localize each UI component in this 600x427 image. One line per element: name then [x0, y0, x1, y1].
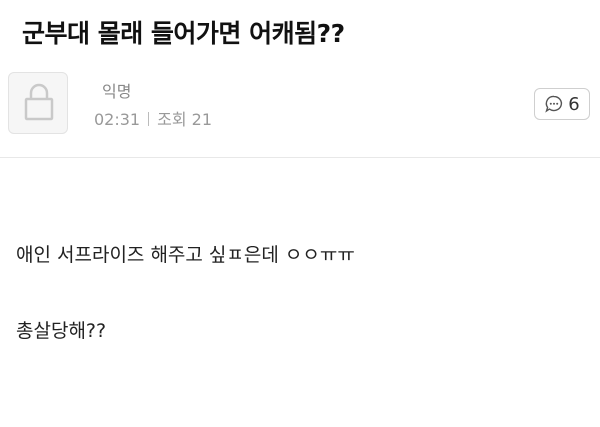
meta-divider	[148, 112, 150, 126]
author-name: 익명	[102, 82, 132, 101]
post-title: 군부대 몰래 들어가면 어캐됨??	[22, 19, 345, 48]
comment-button[interactable]: 6	[534, 88, 590, 120]
avatar	[8, 72, 68, 134]
post-meta: 02:31 조회 21	[94, 106, 212, 130]
post-body-line: 애인 서프라이즈 해주고 싶ㅍ은데 ㅇㅇㅠㅠ	[16, 244, 355, 266]
header-divider	[0, 157, 600, 158]
speech-bubble-icon	[545, 95, 563, 113]
post-body-line: 총살당해??	[16, 320, 107, 342]
author-row: 익명 02:31 조회 21 6	[8, 72, 592, 140]
view-count: 조회 21	[157, 110, 212, 129]
comment-count: 6	[568, 93, 580, 115]
post-time: 02:31	[94, 110, 141, 129]
lock-icon	[24, 83, 54, 121]
